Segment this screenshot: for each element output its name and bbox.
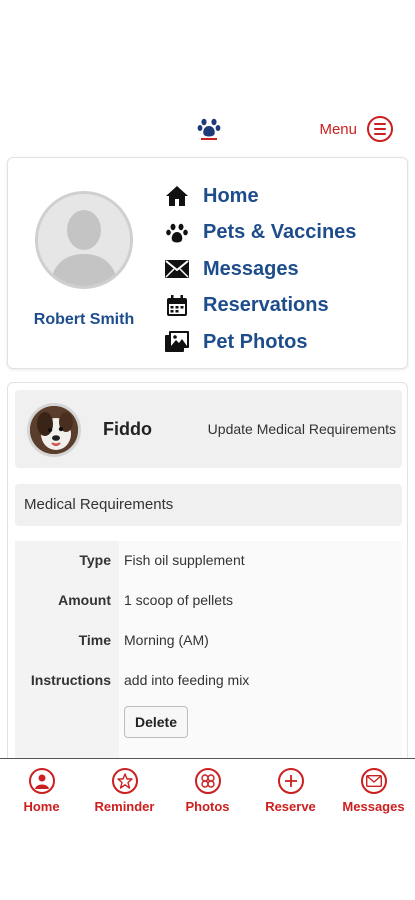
nav-label-pet-photos: Pet Photos [203, 330, 308, 353]
row-label-amount: Amount [58, 592, 111, 608]
photos-icon [163, 330, 191, 354]
envelope-icon [360, 768, 387, 794]
tab-label-reminder: Reminder [94, 799, 155, 814]
pet-header: Fiddo Update Medical Requirements [15, 390, 402, 468]
row-value-time: Morning (AM) [124, 632, 209, 648]
envelope-icon [163, 257, 191, 281]
table-row: Type Fish oil supplement [15, 552, 402, 576]
person-icon [28, 768, 55, 794]
nav-item-reservations[interactable]: Reservations [163, 288, 356, 325]
table-row: Instructions add into feeding mix [15, 672, 402, 696]
table-row: Amount 1 scoop of pellets [15, 592, 402, 616]
home-icon [163, 184, 191, 208]
nav-item-messages[interactable]: Messages [163, 251, 356, 288]
nav-item-pet-photos[interactable]: Pet Photos [163, 324, 356, 361]
user-name: Robert Smith [33, 311, 135, 328]
row-label-instructions: Instructions [30, 672, 111, 688]
plus-icon [277, 768, 304, 794]
tab-label-home: Home [23, 799, 60, 814]
profile-nav: Home Pets & Vaccines Messages Reservatio… [163, 178, 356, 361]
tab-label-messages: Messages [342, 799, 405, 814]
medical-requirements-table: Type Fish oil supplement Amount 1 scoop … [15, 541, 402, 758]
tab-photos[interactable]: Photos [166, 759, 249, 820]
table-row: Time Morning (AM) [15, 632, 402, 656]
menu-button[interactable]: Menu [319, 116, 393, 142]
top-bar: Menu [0, 108, 415, 152]
delete-button[interactable]: Delete [124, 706, 188, 738]
app-logo [196, 116, 222, 142]
nav-item-home[interactable]: Home [163, 178, 356, 215]
pet-avatar [27, 403, 81, 457]
tab-label-photos: Photos [185, 799, 230, 814]
tab-messages[interactable]: Messages [332, 759, 415, 820]
menu-label: Menu [319, 120, 357, 138]
nav-item-pets-vaccines[interactable]: Pets & Vaccines [163, 215, 356, 252]
star-icon [111, 768, 138, 794]
tab-reserve[interactable]: Reserve [249, 759, 332, 820]
row-value-amount: 1 scoop of pellets [124, 592, 233, 608]
hamburger-icon [367, 116, 393, 142]
tab-home[interactable]: Home [0, 759, 83, 820]
nav-label-messages: Messages [203, 257, 299, 280]
nav-label-home: Home [203, 184, 259, 207]
update-medical-requirements-link[interactable]: Update Medical Requirements [208, 421, 396, 437]
profile-card: Robert Smith Home Pets & Vaccines Messag… [7, 157, 408, 369]
row-value-type: Fish oil supplement [124, 552, 245, 568]
calendar-icon [163, 294, 191, 318]
row-label-type: Type [79, 552, 111, 568]
avatar [35, 191, 133, 289]
pet-name: Fiddo [103, 419, 152, 439]
nav-label-reservations: Reservations [203, 294, 329, 317]
tab-reminder[interactable]: Reminder [83, 759, 166, 820]
pet-medical-card: Fiddo Update Medical Requirements Medica… [7, 382, 408, 758]
bottom-nav: Home Reminder Photos Reserve Messages [0, 758, 415, 820]
camera-icon [194, 768, 221, 794]
tab-label-reserve: Reserve [265, 799, 316, 814]
paw-icon [163, 221, 191, 245]
nav-label-pets-vaccines: Pets & Vaccines [203, 221, 357, 244]
row-value-instructions: add into feeding mix [124, 672, 250, 688]
section-title: Medical Requirements [15, 484, 402, 526]
row-label-time: Time [78, 632, 111, 648]
